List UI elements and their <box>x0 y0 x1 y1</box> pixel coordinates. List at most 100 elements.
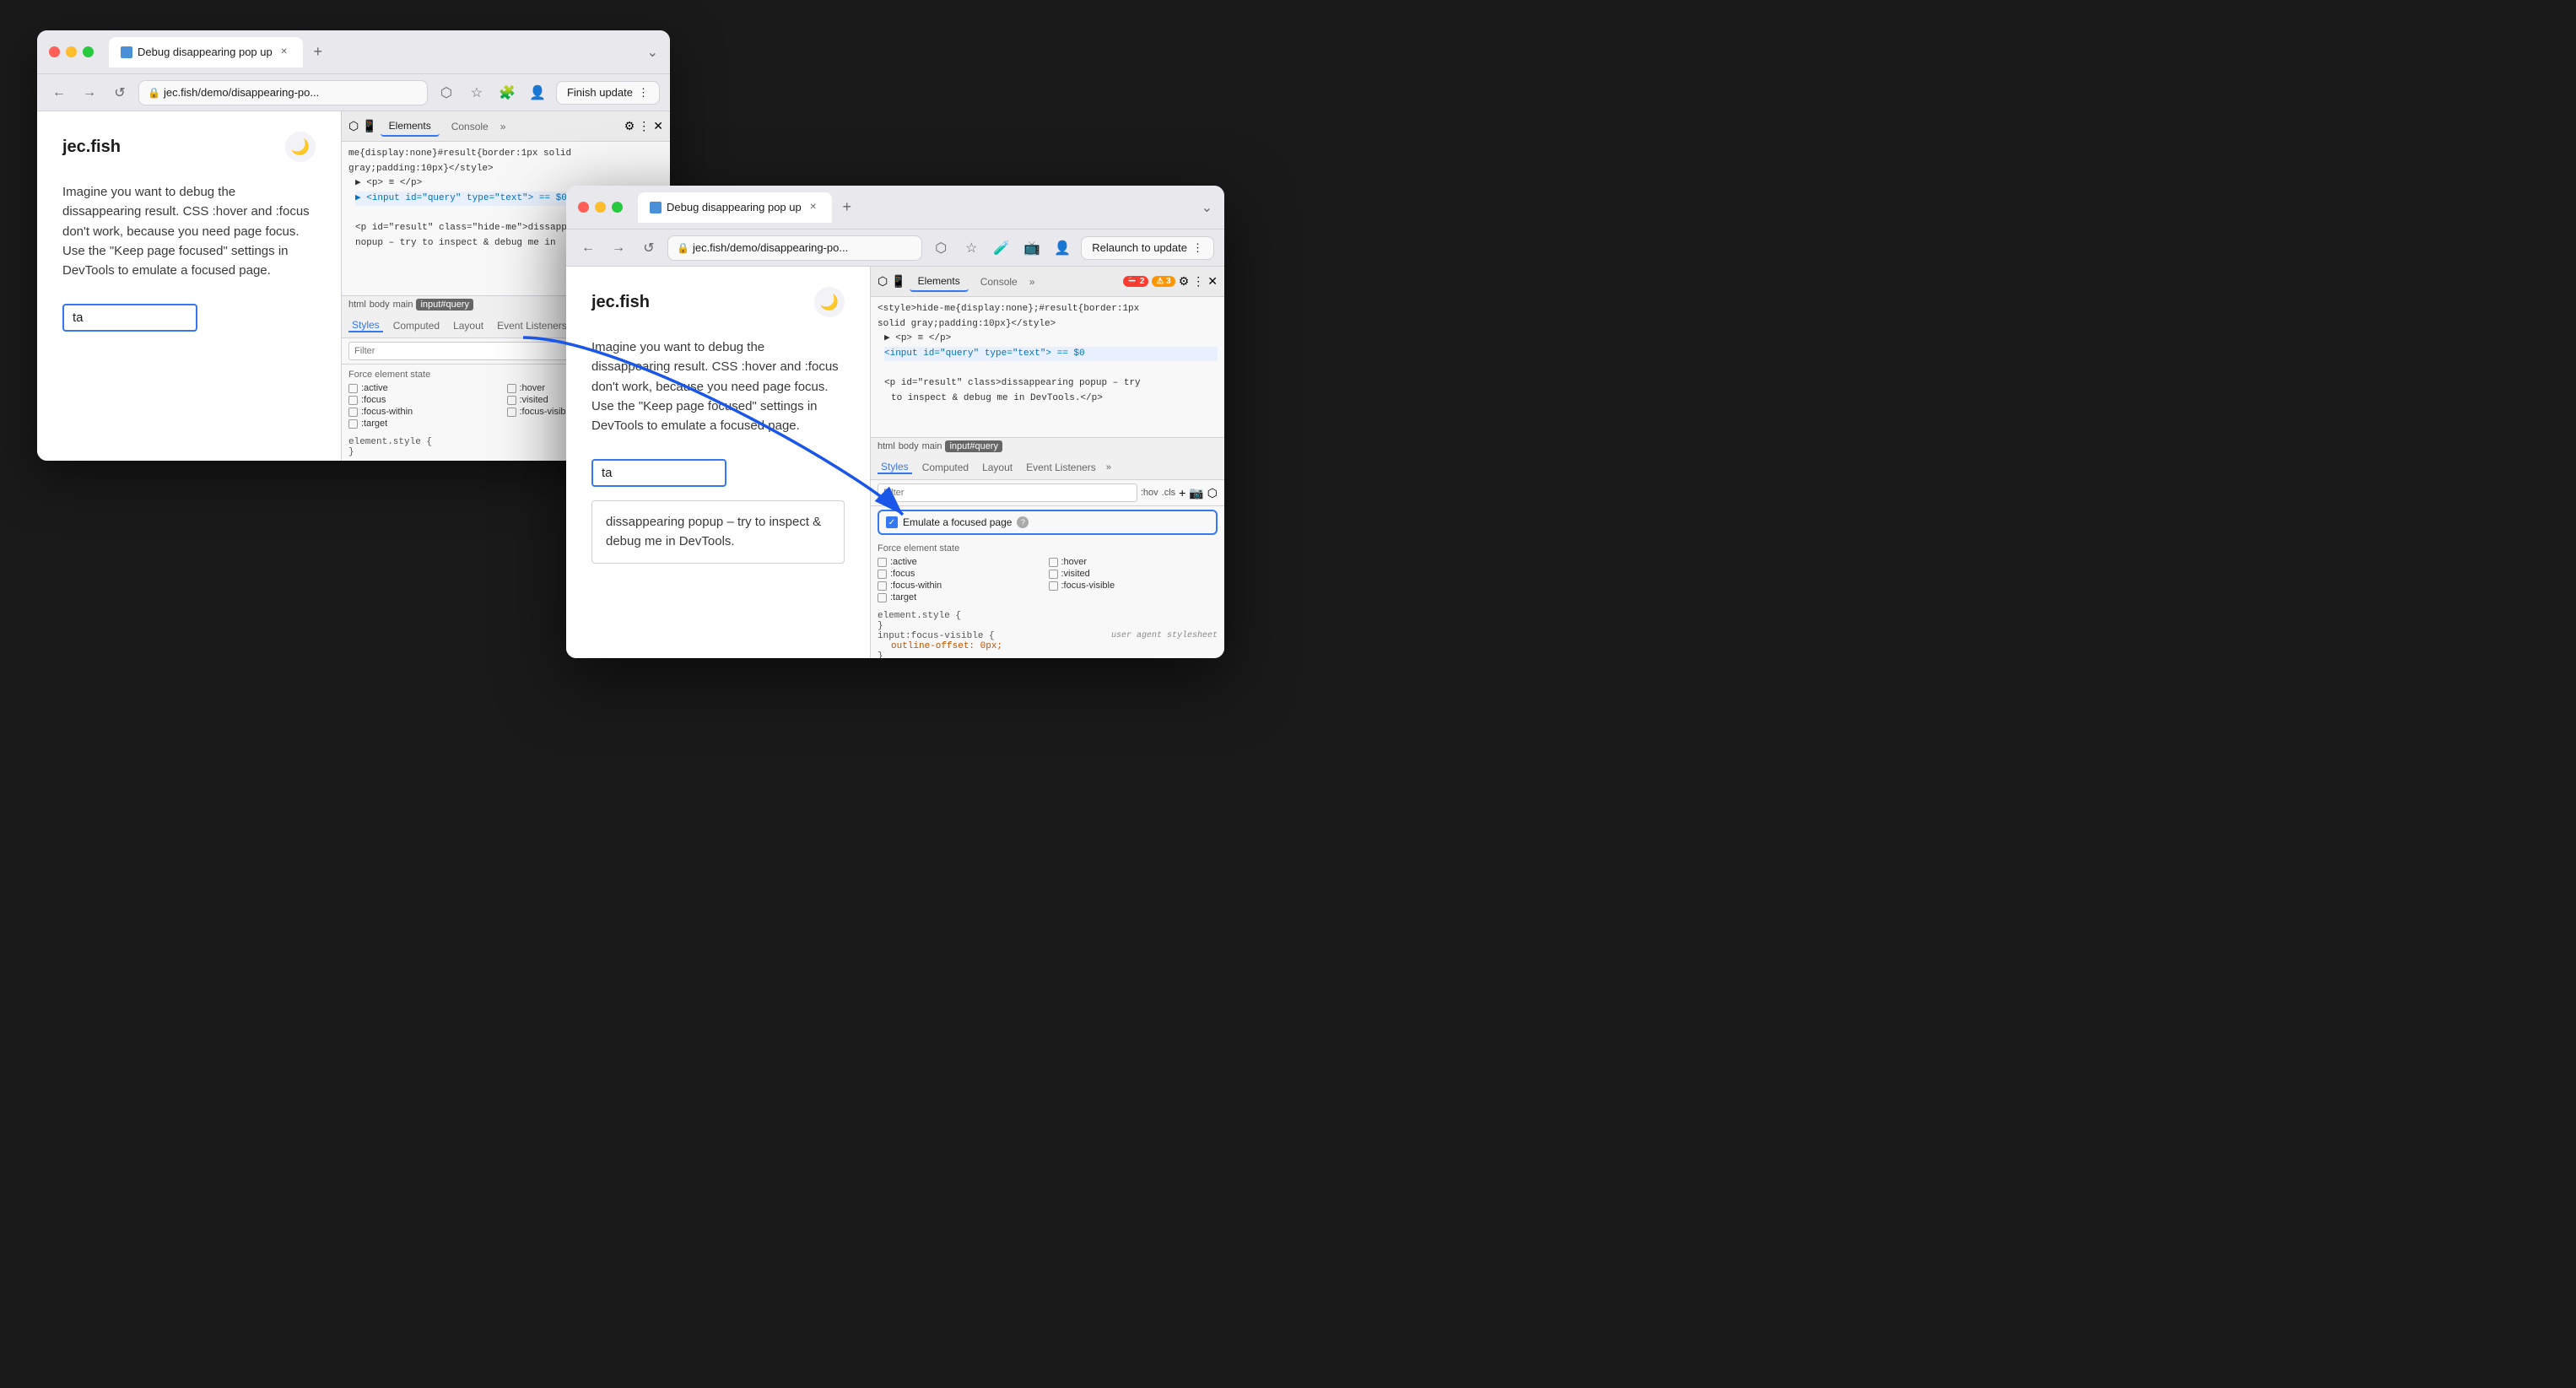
reload-button-1[interactable]: ↺ <box>108 81 132 105</box>
devtools-icon-device-2[interactable]: 📱 <box>891 274 905 289</box>
tab-dropdown-2[interactable]: ⌄ <box>1202 199 1212 216</box>
emulate-info-icon[interactable]: ? <box>1017 516 1029 528</box>
checkbox-visited-2[interactable] <box>1049 570 1058 579</box>
checkbox-focus-within-1[interactable] <box>348 408 358 417</box>
tab-add-2[interactable]: + <box>835 196 859 219</box>
styles-tab-layout-2[interactable]: Layout <box>979 462 1016 473</box>
relaunch-button[interactable]: Relaunch to update ⋮ <box>1081 236 1214 260</box>
emulate-focused-label: Emulate a focused page <box>903 516 1012 528</box>
checkbox-focus-1[interactable] <box>348 396 358 405</box>
styles-tab-computed-2[interactable]: Computed <box>919 462 972 473</box>
breadcrumb-html-2[interactable]: html <box>878 441 895 451</box>
back-button-2[interactable]: ← <box>576 236 600 260</box>
styles-tab-computed-1[interactable]: Computed <box>390 320 443 332</box>
more-icon-1[interactable]: ⋮ <box>638 119 650 133</box>
extensions-button-1[interactable]: 🧩 <box>495 81 519 105</box>
breadcrumb-main-2[interactable]: main <box>922 441 942 451</box>
site-title-2: jec.fish 🌙 <box>591 287 845 317</box>
hov-button-2[interactable]: :hov <box>1141 488 1158 498</box>
breadcrumb-main-1[interactable]: main <box>393 300 413 310</box>
breadcrumb-html-1[interactable]: html <box>348 300 366 310</box>
tab-add-1[interactable]: + <box>306 41 330 64</box>
maximize-button[interactable] <box>83 46 94 57</box>
devtools-icon-inspect[interactable]: ⬡ <box>348 119 359 133</box>
dark-mode-btn-2[interactable]: 🌙 <box>814 287 845 317</box>
breadcrumb-body-2[interactable]: body <box>899 441 919 451</box>
devtools-more-tabs-2[interactable]: » <box>1029 276 1035 288</box>
close-button-2[interactable] <box>578 202 589 213</box>
breadcrumb-input-1[interactable]: input#query <box>416 299 473 311</box>
devtools-tab-elements-2[interactable]: Elements <box>910 272 969 292</box>
devtools-tab-elements-1[interactable]: Elements <box>381 116 440 137</box>
breadcrumb-input-2[interactable]: input#query <box>945 440 1002 452</box>
cls-button-2[interactable]: .cls <box>1162 488 1176 498</box>
profile-button-2[interactable]: 👤 <box>1050 236 1074 260</box>
styles-tab-styles-2[interactable]: Styles <box>878 461 912 474</box>
url-bar-1[interactable]: 🔒 jec.fish/demo/disappearing-po... <box>138 80 428 105</box>
tab-close-1[interactable]: ✕ <box>278 46 291 59</box>
extensions-button-2[interactable]: 🧪 <box>990 236 1013 260</box>
styles-tab-listeners-1[interactable]: Event Listeners <box>494 320 570 332</box>
active-tab-2[interactable]: Debug disappearing pop up ✕ <box>638 192 832 223</box>
maximize-button-2[interactable] <box>612 202 623 213</box>
checkbox-focus-within-2[interactable] <box>878 581 887 591</box>
more-icon-2[interactable]: ⋮ <box>1192 274 1204 289</box>
code-line-1-5: <p id="result" class="hide-me">dissapp <box>355 223 567 233</box>
checkbox-focus-visible-2[interactable] <box>1049 581 1058 591</box>
page-main-2: jec.fish 🌙 Imagine you want to debug the… <box>566 267 870 658</box>
reload-button-2[interactable]: ↺ <box>637 236 661 260</box>
back-button-1[interactable]: ← <box>47 81 71 105</box>
page-input-2[interactable] <box>591 459 726 487</box>
profile-button-1[interactable]: 👤 <box>526 81 549 105</box>
devtools-icon-device[interactable]: 📱 <box>362 119 376 133</box>
tab-label-1: Debug disappearing pop up <box>138 46 273 58</box>
settings-icon-2[interactable]: ⚙ <box>1179 274 1190 289</box>
url-bar-2[interactable]: 🔒 jec.fish/demo/disappearing-po... <box>667 235 922 261</box>
emulate-focused-row[interactable]: ✓ Emulate a focused page ? <box>879 511 1216 533</box>
checkbox-target-1[interactable] <box>348 419 358 429</box>
minimize-button-2[interactable] <box>595 202 606 213</box>
checkbox-hover-2[interactable] <box>1049 558 1058 567</box>
screenshot-icon-2[interactable]: 📷 <box>1189 486 1203 500</box>
checkbox-focus-visible-1[interactable] <box>507 408 516 417</box>
devtools-tab-console-2[interactable]: Console <box>972 273 1026 291</box>
finish-update-button[interactable]: Finish update ⋮ <box>556 81 660 105</box>
checkbox-active-2[interactable] <box>878 558 887 567</box>
styles-filter-input-2[interactable] <box>878 483 1137 502</box>
bookmark-button-1[interactable]: ☆ <box>465 81 489 105</box>
minimize-button[interactable] <box>66 46 77 57</box>
styles-tab-styles-1[interactable]: Styles <box>348 319 383 332</box>
settings-icon-1[interactable]: ⚙ <box>624 119 635 133</box>
breadcrumb-body-1[interactable]: body <box>370 300 390 310</box>
close-button[interactable] <box>49 46 60 57</box>
cast-button-2[interactable]: ⬡ <box>929 236 953 260</box>
styles-more-2[interactable]: » <box>1106 462 1111 473</box>
styles-filter-input-1[interactable] <box>348 342 600 360</box>
close-devtools-2[interactable]: ✕ <box>1207 274 1218 289</box>
styles-tab-layout-1[interactable]: Layout <box>450 320 487 332</box>
forward-button-1[interactable]: → <box>78 81 101 105</box>
devtools-tab-console-1[interactable]: Console <box>443 117 497 136</box>
tab-dropdown-1[interactable]: ⌄ <box>647 44 658 61</box>
emulate-focused-checkbox[interactable]: ✓ <box>886 516 898 528</box>
devtools-icon-inspect-2[interactable]: ⬡ <box>878 274 888 289</box>
checkbox-focus-2[interactable] <box>878 570 887 579</box>
active-tab-1[interactable]: Debug disappearing pop up ✕ <box>109 37 303 68</box>
cast-button-1[interactable]: ⬡ <box>435 81 458 105</box>
close-devtools-1[interactable]: ✕ <box>653 119 663 133</box>
bookmark-button-2[interactable]: ☆ <box>959 236 983 260</box>
add-rule-icon-2[interactable]: + <box>1179 486 1185 500</box>
forward-button-2[interactable]: → <box>607 236 630 260</box>
more-icon-styles-2[interactable]: ⬡ <box>1207 486 1218 500</box>
page-input-1[interactable] <box>62 304 197 332</box>
tab-close-2[interactable]: ✕ <box>807 201 820 214</box>
code-line-2-4: <input id="query" type="text"> == $0 <box>884 347 1218 362</box>
checkbox-target-2[interactable] <box>878 593 887 602</box>
checkbox-active-1[interactable] <box>348 384 358 393</box>
checkbox-visited-1[interactable] <box>507 396 516 405</box>
checkbox-hover-1[interactable] <box>507 384 516 393</box>
devtools-more-tabs-1[interactable]: » <box>500 121 506 132</box>
styles-tab-listeners-2[interactable]: Event Listeners <box>1023 462 1099 473</box>
screen-button-2[interactable]: 📺 <box>1020 236 1044 260</box>
dark-mode-btn-1[interactable]: 🌙 <box>285 132 316 162</box>
